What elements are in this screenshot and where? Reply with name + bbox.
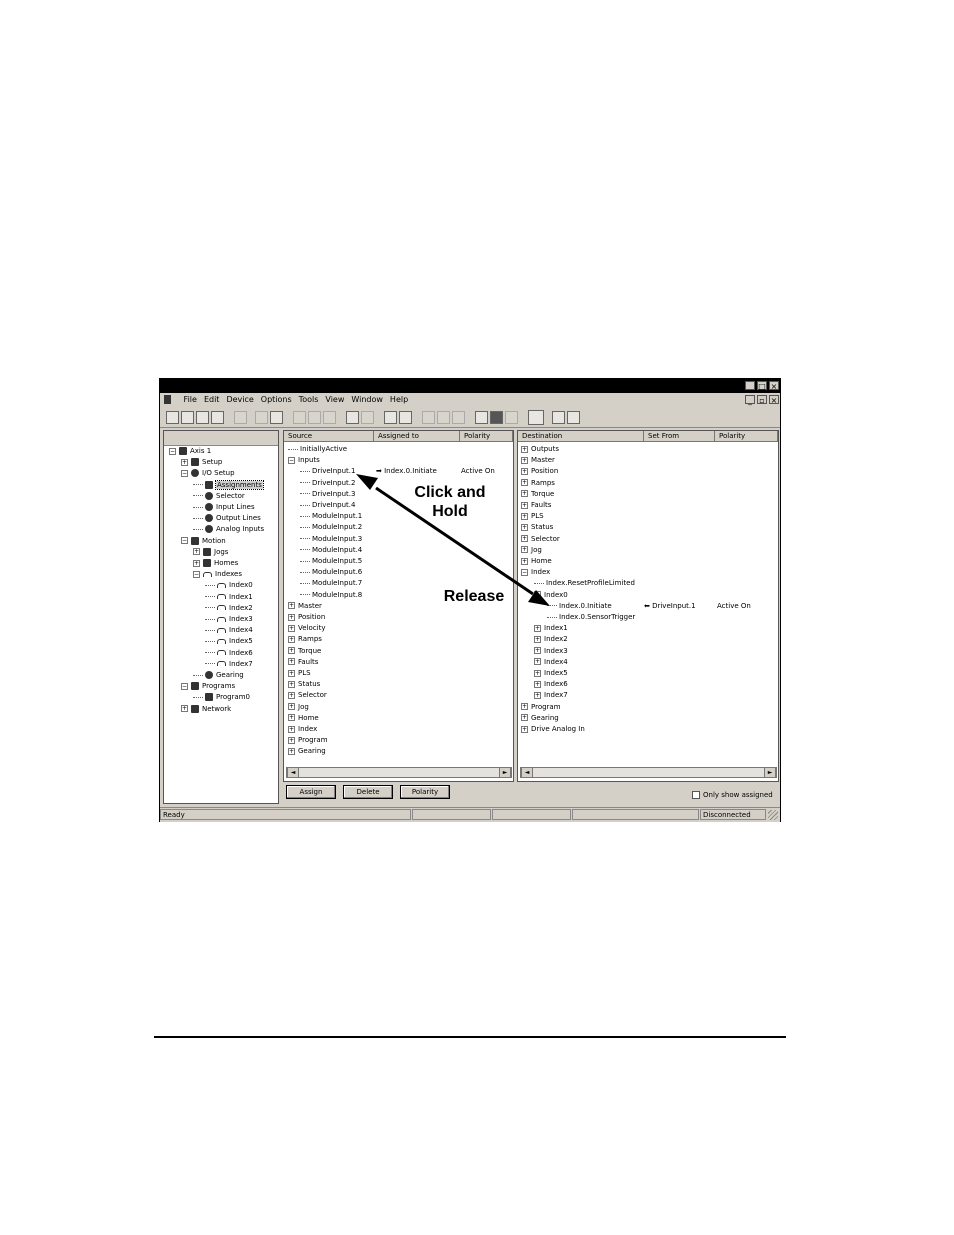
arrowhead-start: [356, 474, 378, 490]
drag-arrow: [356, 474, 550, 606]
page-rule: [154, 1036, 786, 1038]
click-and-hold-annotation: Click and Hold: [414, 484, 486, 520]
release-annotation: Release: [443, 588, 505, 605]
